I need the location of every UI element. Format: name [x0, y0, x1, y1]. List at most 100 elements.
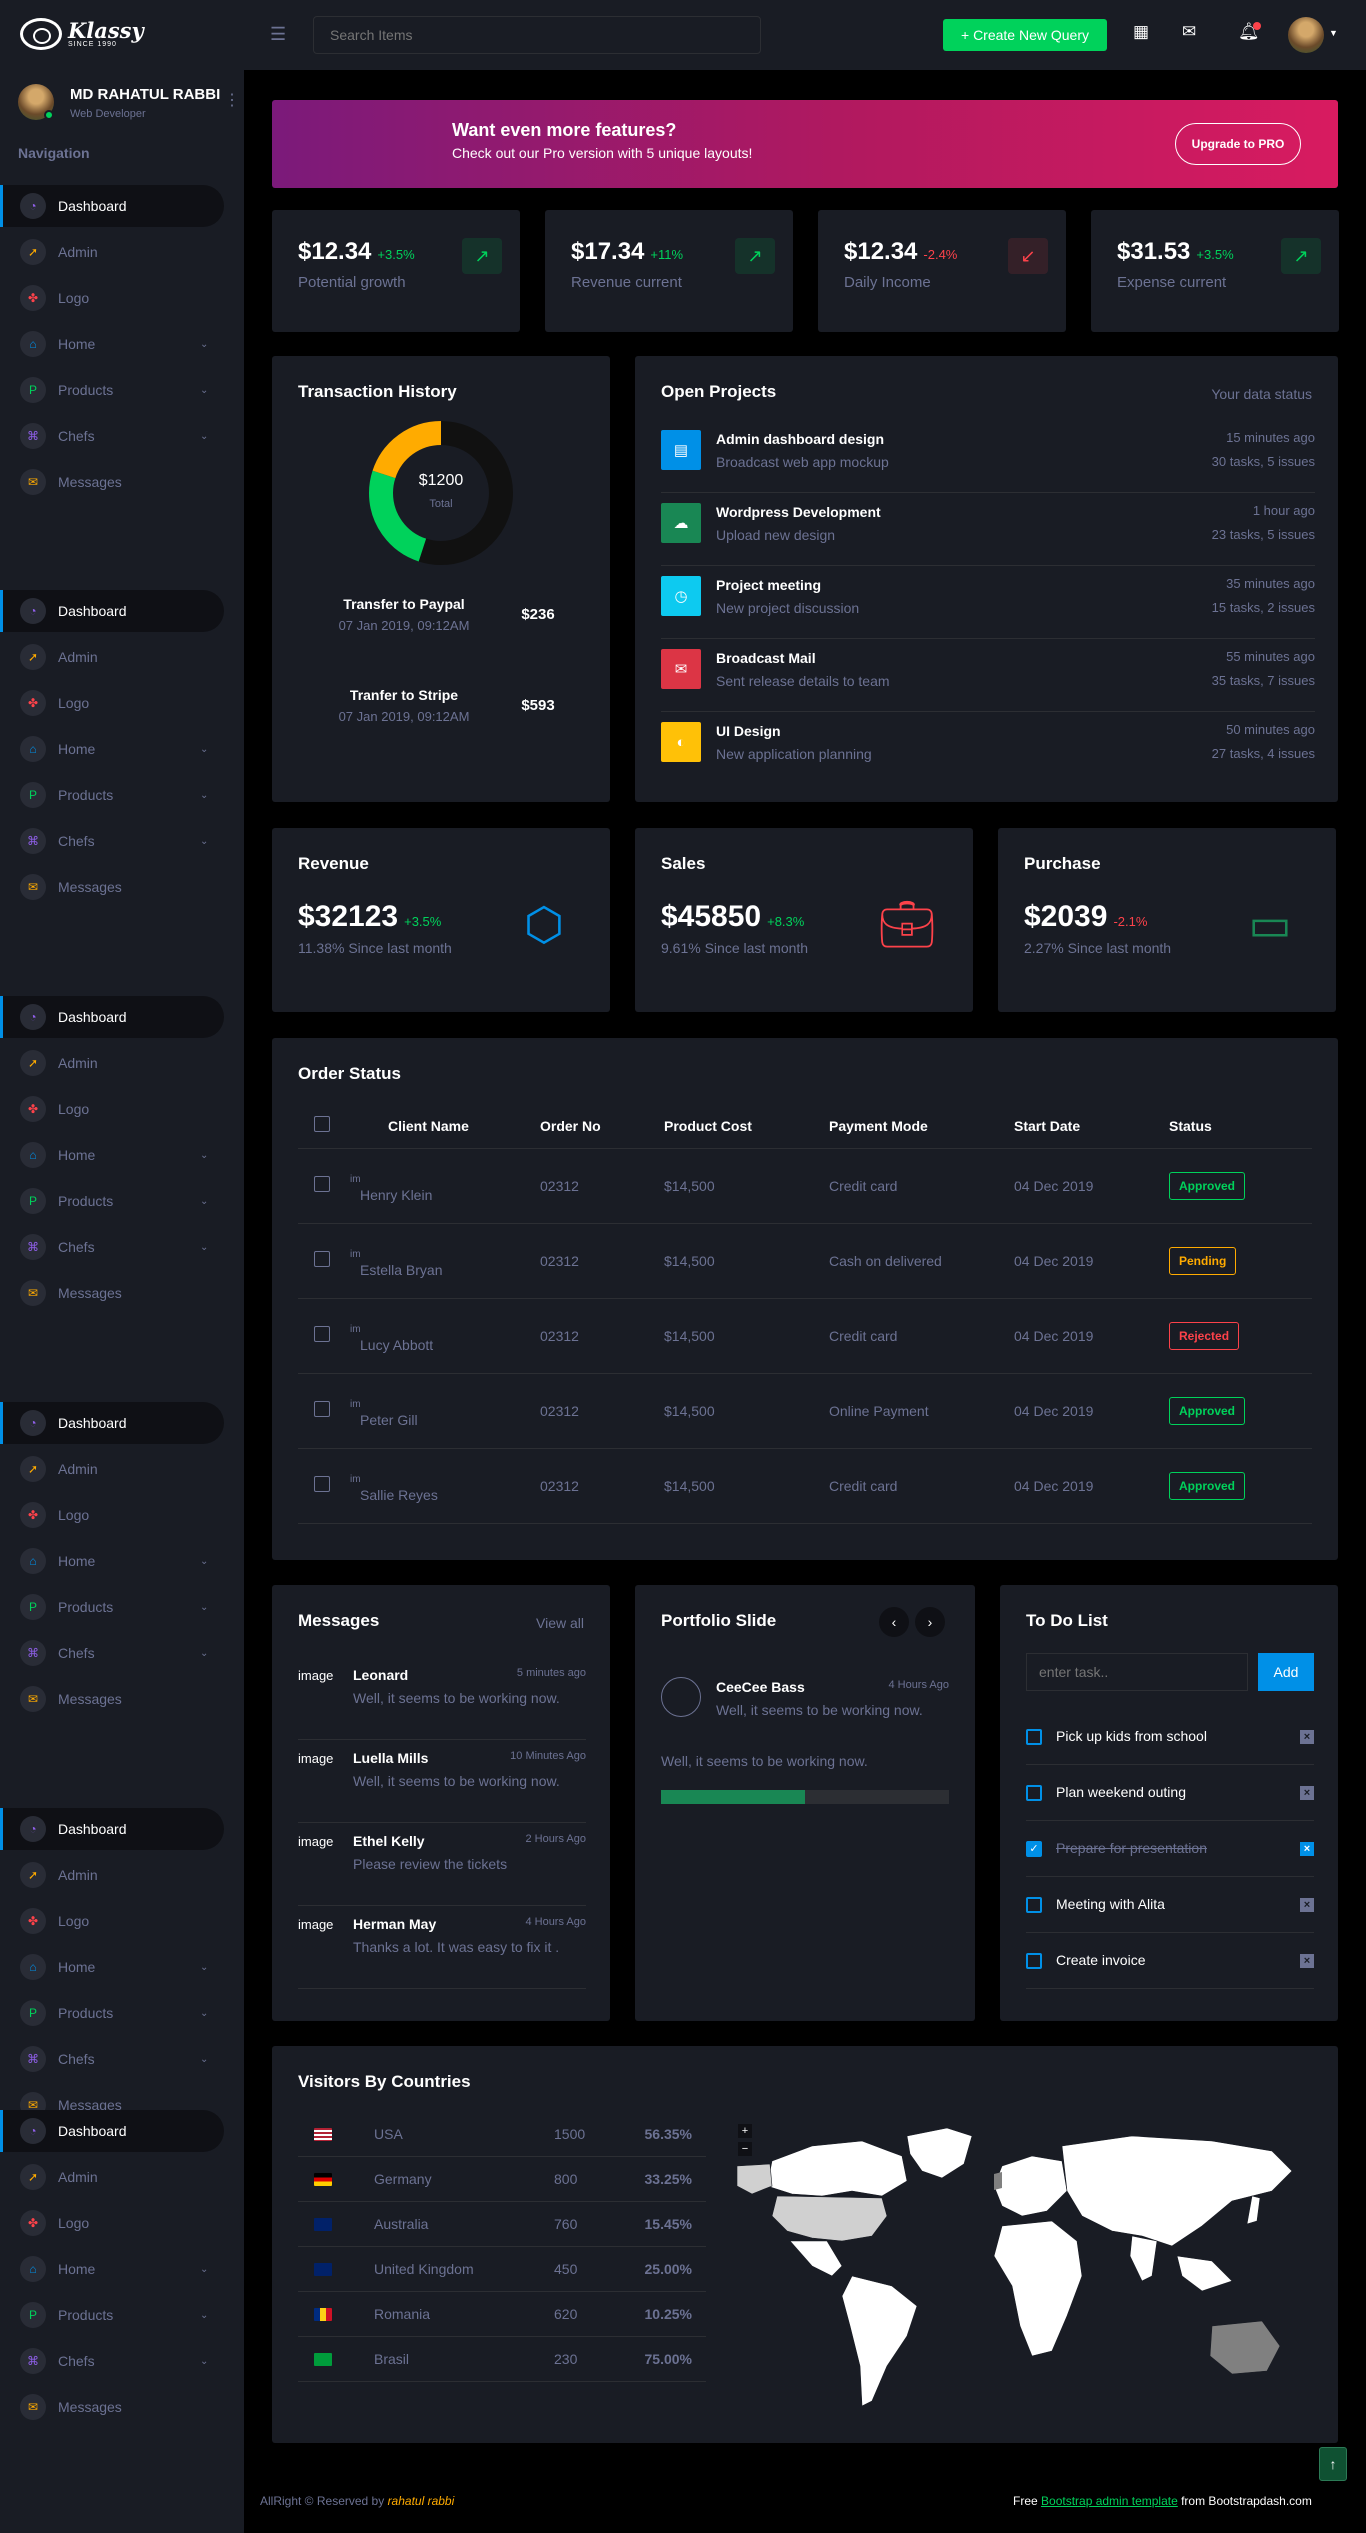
sidebar-item-logo[interactable]: ✤ Logo	[0, 277, 224, 319]
sidebar-item-dashboard[interactable]: ◔ Dashboard	[0, 996, 224, 1038]
row-checkbox[interactable]	[314, 1251, 330, 1267]
sidebar-item-logo[interactable]: ✤ Logo	[0, 2202, 224, 2244]
add-task-button[interactable]: Add	[1258, 1653, 1314, 1691]
project-row[interactable]: ▤ Admin dashboard design Broadcast web app…	[661, 420, 1315, 493]
sidebar-item-home[interactable]: ⌂ Home ⌄	[0, 1540, 224, 1582]
todo-checkbox[interactable]: ✓	[1026, 1841, 1042, 1857]
sidebar-item-admin[interactable]: ➚ Admin	[0, 1042, 224, 1084]
sidebar-item-home[interactable]: ⌂ Home ⌄	[0, 323, 224, 365]
todo-item[interactable]: Pick up kids from school ×	[1026, 1709, 1314, 1765]
transaction-item[interactable]: Tranfer to Stripe 07 Jan 2019, 09:12AM $59…	[298, 687, 584, 747]
sidebar-item-admin[interactable]: ➚ Admin	[0, 636, 224, 678]
sidebar-item-messages[interactable]: ✉ Messages	[0, 866, 224, 908]
sidebar-item-messages[interactable]: ✉ Messages	[0, 1272, 224, 1314]
sidebar-item-logo[interactable]: ✤ Logo	[0, 1088, 224, 1130]
more-vertical-icon[interactable]: ⋮	[224, 90, 240, 110]
country-row[interactable]: Brasil 230 75.00%	[298, 2337, 706, 2382]
next-slide-button[interactable]: ›	[915, 1607, 945, 1637]
country-row[interactable]: USA 1500 56.35%	[298, 2112, 706, 2157]
sidebar-item-admin[interactable]: ➚ Admin	[0, 2156, 224, 2198]
sidebar-item-logo[interactable]: ✤ Logo	[0, 1900, 224, 1942]
table-row[interactable]: im Lucy Abbott 02312 $14,500 Credit card 04 D…	[298, 1298, 1312, 1374]
sidebar-item-logo[interactable]: ✤ Logo	[0, 682, 224, 724]
row-checkbox[interactable]	[314, 1476, 330, 1492]
footer-author[interactable]: rahatul rabbi	[388, 2494, 455, 2508]
close-icon[interactable]: ×	[1300, 1954, 1314, 1968]
grid-icon[interactable]: ▦	[1133, 22, 1149, 42]
sidebar-item-chefs[interactable]: ⌘ Chefs ⌄	[0, 820, 224, 862]
sidebar-item-products[interactable]: P Products ⌄	[0, 1180, 224, 1222]
sidebar-item-dashboard[interactable]: ◔ Dashboard	[0, 185, 224, 227]
sidebar-item-products[interactable]: P Products ⌄	[0, 2294, 224, 2336]
todo-item[interactable]: Meeting with Alita ×	[1026, 1877, 1314, 1933]
sidebar-item-products[interactable]: P Products ⌄	[0, 1586, 224, 1628]
todo-checkbox[interactable]	[1026, 1785, 1042, 1801]
message-item[interactable]: image Ethel Kelly 2 Hours Ago Please review…	[298, 1823, 586, 1906]
close-icon[interactable]: ×	[1300, 1842, 1314, 1856]
row-checkbox[interactable]	[314, 1326, 330, 1342]
avatar[interactable]	[1288, 17, 1324, 53]
table-row[interactable]: im Peter Gill 02312 $14,500 Online Payment 04…	[298, 1373, 1312, 1449]
sidebar-item-dashboard[interactable]: ◔ Dashboard	[0, 1402, 224, 1444]
transaction-item[interactable]: Transfer to Paypal 07 Jan 2019, 09:12AM $2…	[298, 596, 584, 656]
sidebar-item-products[interactable]: P Products ⌄	[0, 774, 224, 816]
message-item[interactable]: image Herman May 4 Hours Ago Thanks a lot. …	[298, 1906, 586, 1989]
message-item[interactable]: image Leonard 5 minutes ago Well, it seems …	[298, 1657, 586, 1740]
view-all-link[interactable]: View all	[536, 1615, 584, 1631]
sidebar-item-chefs[interactable]: ⌘ Chefs ⌄	[0, 415, 224, 457]
todo-input[interactable]	[1026, 1653, 1248, 1691]
create-query-button[interactable]: + Create New Query	[943, 19, 1107, 51]
table-row[interactable]: im Sallie Reyes 02312 $14,500 Credit card 04 …	[298, 1448, 1312, 1524]
sidebar-item-dashboard[interactable]: ◔ Dashboard	[0, 1808, 224, 1850]
sidebar-item-products[interactable]: P Products ⌄	[0, 369, 224, 411]
scroll-to-top-button[interactable]: ↑	[1319, 2447, 1347, 2481]
sidebar-item-chefs[interactable]: ⌘ Chefs ⌄	[0, 2340, 224, 2382]
project-row[interactable]: ☁ Wordpress Development Upload new design 1…	[661, 493, 1315, 566]
sidebar-item-chefs[interactable]: ⌘ Chefs ⌄	[0, 2038, 224, 2080]
sidebar-item-chefs[interactable]: ⌘ Chefs ⌄	[0, 1226, 224, 1268]
project-row[interactable]: ◷ Project meeting New project discussion 35…	[661, 566, 1315, 639]
sidebar-item-admin[interactable]: ➚ Admin	[0, 231, 224, 273]
todo-item[interactable]: Create invoice ×	[1026, 1933, 1314, 1989]
sidebar-item-messages[interactable]: ✉ Messages	[0, 461, 224, 503]
country-row[interactable]: Germany 800 33.25%	[298, 2157, 706, 2202]
sidebar-item-admin[interactable]: ➚ Admin	[0, 1448, 224, 1490]
sidebar-item-dashboard[interactable]: ◔ Dashboard	[0, 590, 224, 632]
row-checkbox[interactable]	[314, 1401, 330, 1417]
sidebar-item-home[interactable]: ⌂ Home ⌄	[0, 728, 224, 770]
sidebar-item-home[interactable]: ⌂ Home ⌄	[0, 1134, 224, 1176]
brand-logo[interactable]: Klassy SINCE 1990	[20, 18, 144, 50]
search-input[interactable]	[313, 16, 761, 54]
chevron-down-icon[interactable]: ▼	[1329, 28, 1338, 38]
sidebar-item-admin[interactable]: ➚ Admin	[0, 1854, 224, 1896]
close-icon[interactable]: ×	[1300, 1898, 1314, 1912]
todo-item[interactable]: Plan weekend outing ×	[1026, 1765, 1314, 1821]
project-row[interactable]: ◐ UI Design New application planning 50 min…	[661, 712, 1315, 785]
row-checkbox[interactable]	[314, 1176, 330, 1192]
sidebar-item-products[interactable]: P Products ⌄	[0, 1992, 224, 2034]
sidebar-item-home[interactable]: ⌂ Home ⌄	[0, 2248, 224, 2290]
mail-icon[interactable]: ✉	[1182, 22, 1196, 42]
country-row[interactable]: United Kingdom 450 25.00%	[298, 2247, 706, 2292]
footer-template-link[interactable]: Bootstrap admin template	[1041, 2494, 1178, 2508]
world-map[interactable]	[732, 2116, 1312, 2426]
sidebar-item-home[interactable]: ⌂ Home ⌄	[0, 1946, 224, 1988]
sidebar-item-dashboard[interactable]: ◔ Dashboard	[0, 2110, 224, 2152]
todo-checkbox[interactable]	[1026, 1897, 1042, 1913]
sidebar-item-messages[interactable]: ✉ Messages	[0, 2386, 224, 2428]
menu-toggle-icon[interactable]: ☰	[270, 24, 286, 45]
select-all-checkbox[interactable]	[314, 1116, 330, 1133]
prev-slide-button[interactable]: ‹	[879, 1607, 909, 1637]
sidebar-item-logo[interactable]: ✤ Logo	[0, 1494, 224, 1536]
table-row[interactable]: im Estella Bryan 02312 $14,500 Cash on deliv…	[298, 1223, 1312, 1299]
close-icon[interactable]: ×	[1300, 1786, 1314, 1800]
todo-item[interactable]: ✓ Prepare for presentation ×	[1026, 1821, 1314, 1877]
table-row[interactable]: im Henry Klein 02312 $14,500 Credit card 04 D…	[298, 1148, 1312, 1224]
todo-checkbox[interactable]	[1026, 1729, 1042, 1745]
upgrade-button[interactable]: Upgrade to PRO	[1175, 123, 1301, 165]
todo-checkbox[interactable]	[1026, 1953, 1042, 1969]
message-item[interactable]: image Luella Mills 10 Minutes Ago Well, it …	[298, 1740, 586, 1823]
project-row[interactable]: ✉ Broadcast Mail Sent release details to t…	[661, 639, 1315, 712]
country-row[interactable]: Romania 620 10.25%	[298, 2292, 706, 2337]
country-row[interactable]: Australia 760 15.45%	[298, 2202, 706, 2247]
